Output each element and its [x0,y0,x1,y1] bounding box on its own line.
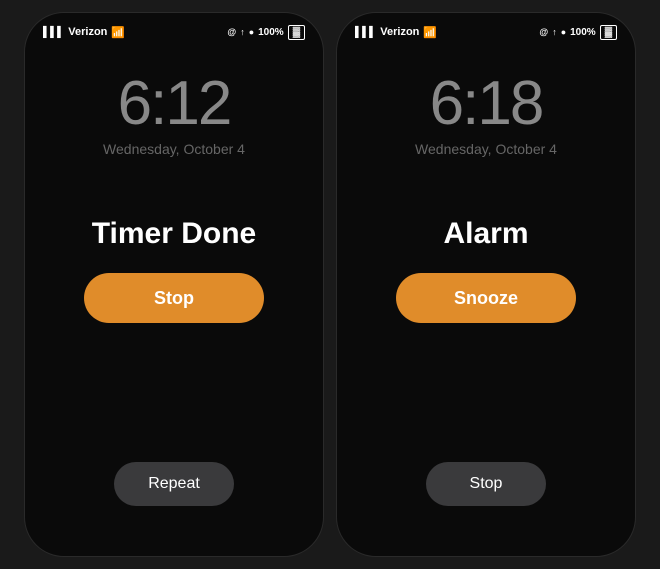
status-right-2: @ ↑ ● 100% ▓ [539,25,617,40]
status-left-2: ▌▌▌ Verizon 📶 [355,26,437,39]
carrier-label-1: Verizon [68,26,107,38]
dot-icon-2: ● [561,27,566,37]
repeat-button[interactable]: Repeat [114,462,234,506]
location-icon-2: @ [539,27,548,37]
battery-level-2: 100% [570,27,596,38]
arrow-icon-1: ↑ [240,27,245,37]
location-icon-1: @ [227,27,236,37]
date-display-1: Wednesday, October 4 [103,141,245,157]
signal-icon-1: ▌▌▌ [43,27,64,38]
phones-container: ▌▌▌ Verizon 📶 @ ↑ ● 100% ▓ 6:12 Wednesda… [24,12,636,557]
signal-icon-2: ▌▌▌ [355,27,376,38]
snooze-button[interactable]: Snooze [396,273,576,323]
alarm-phone: ▌▌▌ Verizon 📶 @ ↑ ● 100% ▓ 6:18 Wednesda… [336,12,636,557]
stop-button-2[interactable]: Stop [426,462,546,506]
arrow-icon-2: ↑ [552,27,557,37]
clock-display-1: 6:12 [118,73,231,135]
notification-title-1: Timer Done [92,217,257,251]
status-left-1: ▌▌▌ Verizon 📶 [43,26,125,39]
status-right-1: @ ↑ ● 100% ▓ [227,25,305,40]
notification-title-2: Alarm [443,217,528,251]
status-bar-2: ▌▌▌ Verizon 📶 @ ↑ ● 100% ▓ [337,13,635,45]
battery-icon-1: ▓ [288,25,305,40]
stop-button[interactable]: Stop [84,273,264,323]
dot-icon-1: ● [249,27,254,37]
date-display-2: Wednesday, October 4 [415,141,557,157]
battery-icon-2: ▓ [600,25,617,40]
carrier-label-2: Verizon [380,26,419,38]
wifi-icon-1: 📶 [111,26,125,39]
timer-phone: ▌▌▌ Verizon 📶 @ ↑ ● 100% ▓ 6:12 Wednesda… [24,12,324,557]
clock-display-2: 6:18 [430,73,543,135]
status-bar-1: ▌▌▌ Verizon 📶 @ ↑ ● 100% ▓ [25,13,323,45]
battery-level-1: 100% [258,27,284,38]
wifi-icon-2: 📶 [423,26,437,39]
